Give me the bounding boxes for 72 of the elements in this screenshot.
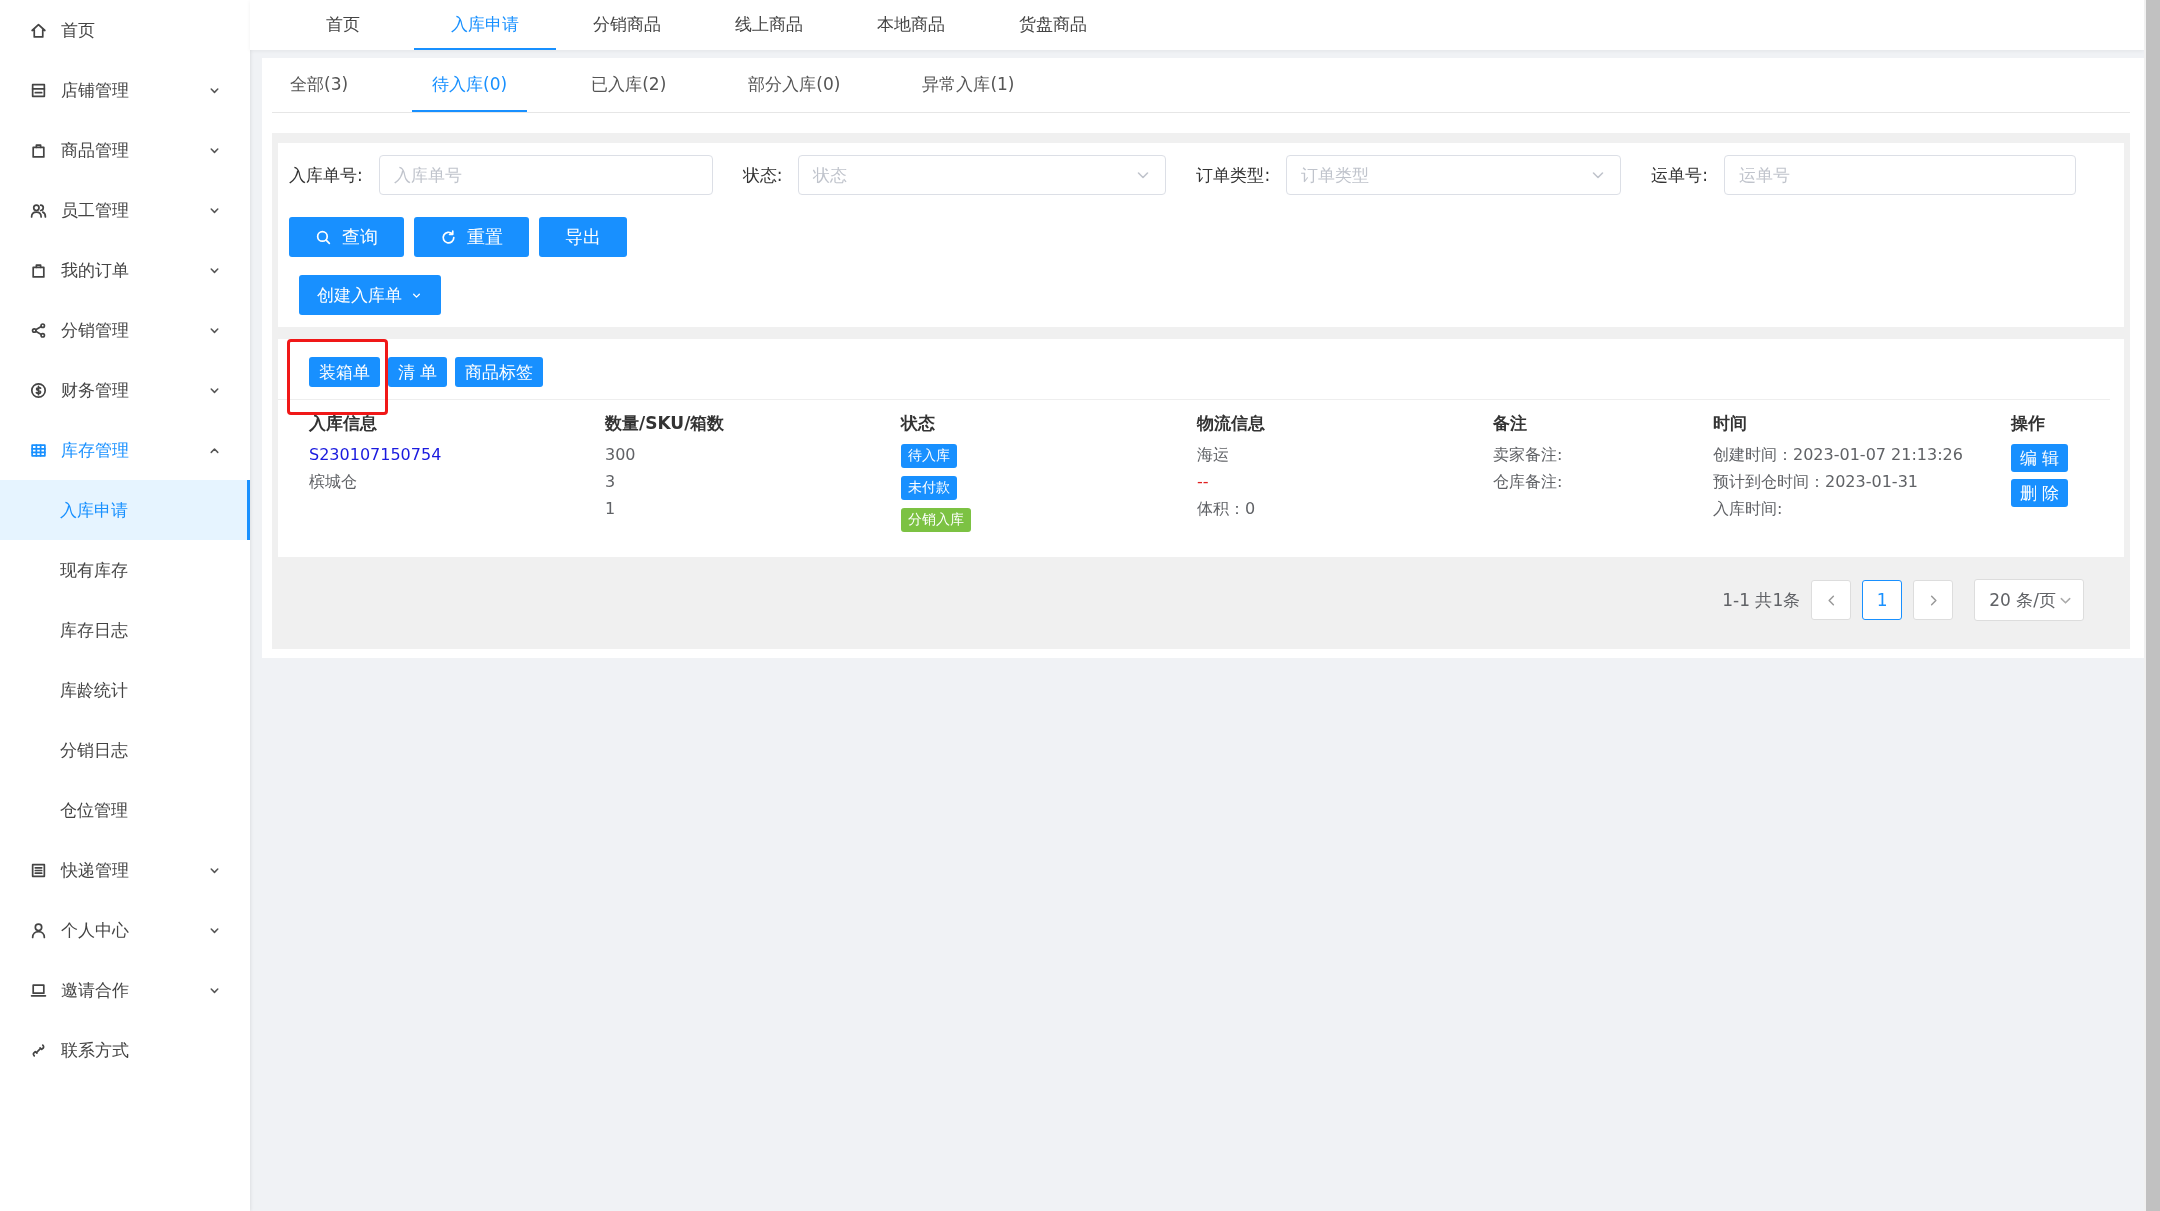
menu-item[interactable]: 快递管理 [0,840,250,900]
column-header: 入库信息 [309,412,378,435]
field-label: 运单号: [1651,163,1708,187]
table-cell: 仓库备注: [1493,471,1563,493]
table-cell: -- [1197,471,1209,493]
table-cell: 卖家备注: [1493,444,1563,466]
user-icon [30,921,47,939]
page-size-select[interactable]: 20 条/页 [1974,579,2084,621]
tab[interactable]: 全部(3) [272,58,367,112]
pagination-summary: 1-1 共1条 [1722,588,1801,612]
search-icon [315,228,332,246]
submenu-item[interactable]: 分销日志 [0,720,250,780]
table-cell: 1 [605,498,616,520]
prev-page-button[interactable] [1811,580,1852,620]
table-cell: 创建时间：2023-01-07 21:13:26 [1713,444,1963,466]
menu-item[interactable]: 邀请合作 [0,960,250,1020]
table-cell: 体积：0 [1197,498,1256,520]
submenu-item[interactable]: 仓位管理 [0,780,250,840]
menu-item[interactable]: 员工管理 [0,180,250,240]
scrollbar[interactable] [2144,0,2160,1211]
menu-item[interactable]: 店铺管理 [0,60,250,120]
field-label: 订单类型: [1196,163,1271,187]
column-header: 操作 [2011,412,2046,435]
column-header: 状态 [901,412,936,435]
list-icon [30,861,47,879]
store-icon [30,81,47,99]
status-tag: 分销入库 [901,508,971,532]
status-tag: 未付款 [901,476,957,500]
table-cell: 槟城仓 [309,471,357,493]
grid-icon [30,441,47,459]
table-cell: 300 [605,444,636,466]
tab[interactable]: 首页 [272,0,414,50]
menu-item[interactable]: 分销管理 [0,300,250,360]
bag-icon [30,141,47,159]
status-tag: 待入库 [901,444,957,468]
home-icon [30,21,47,39]
menu-item[interactable]: 商品管理 [0,120,250,180]
menu-item[interactable]: 个人中心 [0,900,250,960]
next-page-button[interactable] [1913,580,1954,620]
column-header: 备注 [1493,412,1528,435]
column-header: 物流信息 [1197,412,1266,435]
menu-item[interactable]: 财务管理 [0,360,250,420]
column-header: 时间 [1713,412,1748,435]
submenu-item[interactable]: 库龄统计 [0,660,250,720]
tab[interactable]: 部分入库(0) [730,58,859,112]
refresh-icon [440,228,457,246]
tab[interactable]: 分销商品 [556,0,698,50]
field-label: 入库单号: [289,163,363,187]
table-cell: 3 [605,471,616,493]
submenu-item[interactable]: 库存日志 [0,600,250,660]
tab[interactable]: 本地商品 [840,0,982,50]
submenu-item[interactable]: 现有库存 [0,540,250,600]
order-link[interactable]: S230107150754 [309,444,442,466]
menu-item[interactable]: 我的订单 [0,240,250,300]
dollar-icon [30,381,47,399]
column-header: 数量/SKU/箱数 [605,412,726,435]
share-icon [30,321,47,339]
tab[interactable]: 线上商品 [698,0,840,50]
laptop-icon [30,981,47,999]
people-icon [30,201,47,219]
bag-icon [30,261,47,279]
input-field[interactable]: 运单号 [1723,155,2076,195]
table-cell: 海运 [1197,444,1229,466]
field-label: 状态: [742,163,783,187]
tab[interactable]: 货盘商品 [982,0,1124,50]
table-cell: 入库时间: [1713,498,1783,520]
input-field[interactable]: 入库单号 [378,155,713,195]
table-cell: 预计到仓时间：2023-01-31 [1713,471,1918,493]
menu-item[interactable]: 首页 [0,0,250,60]
menu-item[interactable]: 联系方式 [0,1020,250,1080]
tab[interactable]: 已入库(2) [573,58,685,112]
tab[interactable]: 异常入库(1) [904,58,1033,112]
